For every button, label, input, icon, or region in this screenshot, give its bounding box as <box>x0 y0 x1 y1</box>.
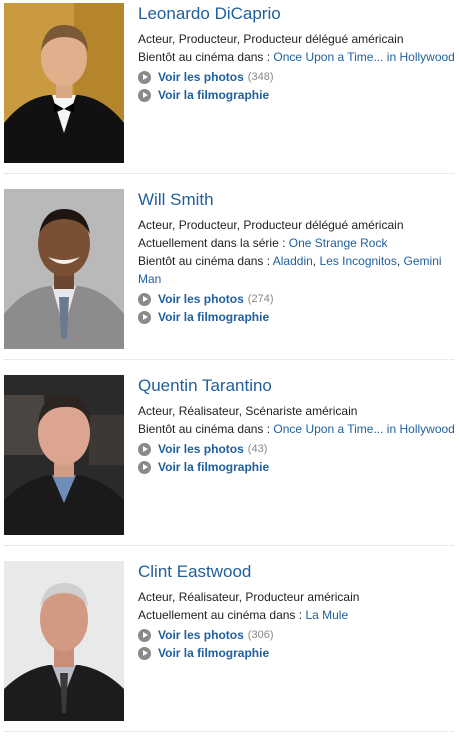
person-roles: Acteur, Réalisateur, Producteur américai… <box>138 590 360 604</box>
person-roles: Acteur, Producteur, Producteur délégué a… <box>138 218 404 232</box>
current-film-line: Actuellement au cinéma dans : La Mule <box>138 606 456 624</box>
person-name[interactable]: Will Smith <box>138 189 456 211</box>
person-photo[interactable] <box>4 189 124 349</box>
filmography-link[interactable]: Voir la filmographie <box>138 308 456 326</box>
divider <box>4 545 454 546</box>
filmography-label: Voir la filmographie <box>158 310 270 324</box>
series-label: Actuellement dans la série : <box>138 236 289 250</box>
play-icon <box>138 310 151 324</box>
play-icon <box>138 442 151 456</box>
play-icon <box>138 292 151 306</box>
play-icon <box>138 70 151 84</box>
upcoming-line: Bientôt au cinéma dans : Once Upon a Tim… <box>138 420 456 438</box>
photos-link[interactable]: Voir les photos (306) <box>138 626 456 644</box>
person-roles: Acteur, Réalisateur, Scénariste américai… <box>138 404 358 418</box>
upcoming-label: Bientôt au cinéma dans : <box>138 254 273 268</box>
filmography-link[interactable]: Voir la filmographie <box>138 644 456 662</box>
film-link[interactable]: La Mule <box>305 608 348 622</box>
photos-link[interactable]: Voir les photos (274) <box>138 290 456 308</box>
person-roles: Acteur, Producteur, Producteur délégué a… <box>138 32 404 46</box>
filmography-label: Voir la filmographie <box>158 88 270 102</box>
person-name[interactable]: Leonardo DiCaprio <box>138 3 456 25</box>
film-link[interactable]: Aladdin <box>273 254 313 268</box>
upcoming-label: Bientôt au cinéma dans : <box>138 50 274 64</box>
filmography-label: Voir la filmographie <box>158 646 270 660</box>
film-link[interactable]: Once Upon a Time... in Hollywood <box>273 422 454 436</box>
photos-count: (348) <box>247 71 274 83</box>
series-line: Actuellement dans la série : One Strange… <box>138 234 456 252</box>
upcoming-line: Bientôt au cinéma dans : Once Upon a Tim… <box>138 48 456 66</box>
upcoming-label: Bientôt au cinéma dans : <box>138 422 274 436</box>
divider <box>4 731 454 732</box>
film-link[interactable]: Once Upon a Time... in Hollywood <box>273 50 454 64</box>
film-link[interactable]: Les Incognitos <box>319 254 396 268</box>
person-name[interactable]: Clint Eastwood <box>138 561 456 583</box>
person-name[interactable]: Quentin Tarantino <box>138 375 456 397</box>
photos-label: Voir les photos <box>158 292 244 306</box>
photos-link[interactable]: Voir les photos (43) <box>138 440 456 458</box>
person-photo[interactable] <box>4 561 124 721</box>
play-icon <box>138 628 151 642</box>
upcoming-line: Bientôt au cinéma dans : Aladdin, Les In… <box>138 254 442 286</box>
series-link[interactable]: One Strange Rock <box>289 236 388 250</box>
play-icon <box>138 646 151 660</box>
divider <box>4 359 454 360</box>
filmography-label: Voir la filmographie <box>158 460 270 474</box>
photos-count: (306) <box>247 629 274 641</box>
photos-label: Voir les photos <box>158 442 244 456</box>
photos-label: Voir les photos <box>158 70 244 84</box>
photos-count: (43) <box>247 443 268 455</box>
person-photo[interactable] <box>4 375 124 535</box>
current-film-label: Actuellement au cinéma dans : <box>138 608 306 622</box>
play-icon <box>138 88 151 102</box>
person-photo[interactable] <box>4 3 124 163</box>
filmography-link[interactable]: Voir la filmographie <box>138 86 456 104</box>
divider <box>4 173 454 174</box>
photos-count: (274) <box>247 293 274 305</box>
filmography-link[interactable]: Voir la filmographie <box>138 458 456 476</box>
photos-label: Voir les photos <box>158 628 244 642</box>
play-icon <box>138 460 151 474</box>
photos-link[interactable]: Voir les photos (348) <box>138 68 456 86</box>
